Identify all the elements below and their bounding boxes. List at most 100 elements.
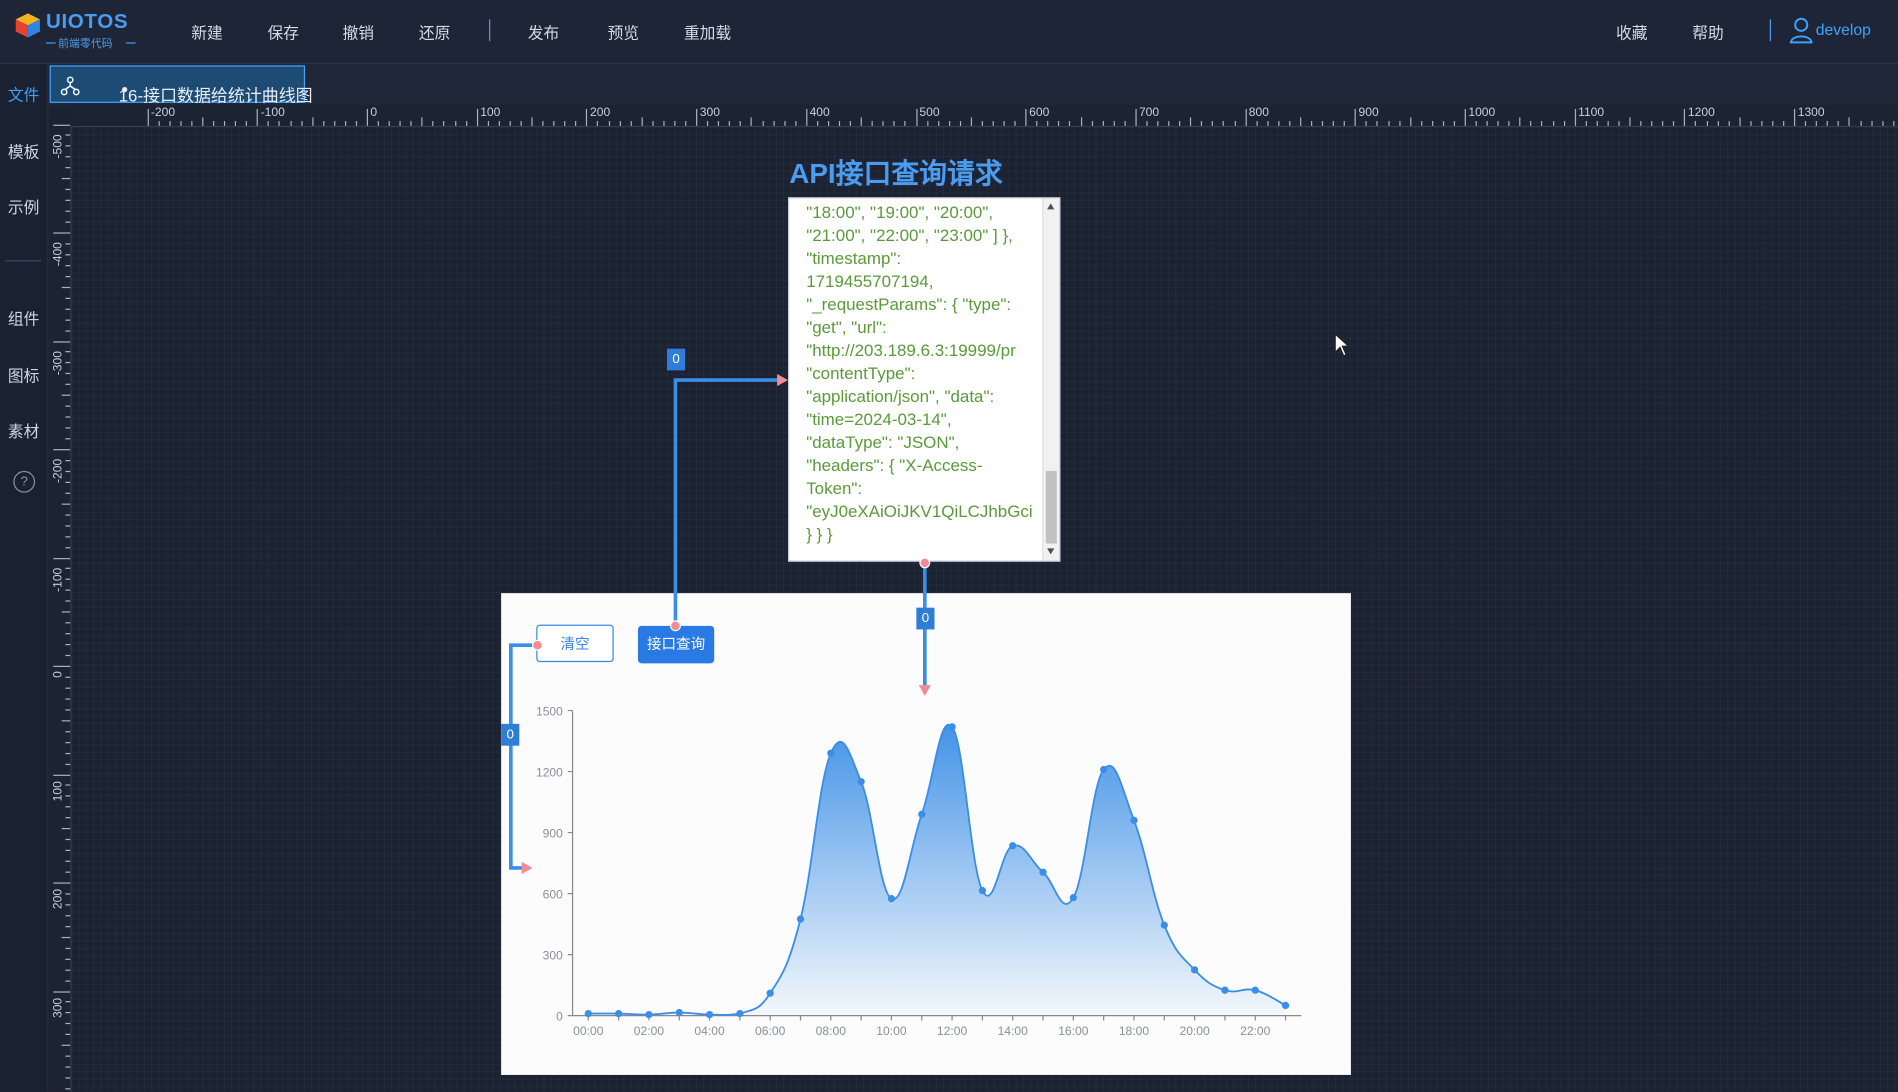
- menu-favorite[interactable]: 收藏: [1616, 21, 1647, 44]
- rail-divider: [4, 260, 42, 262]
- data-point: [1190, 966, 1199, 974]
- ruler-tick: [915, 108, 917, 126]
- logo-subtitle: 前端零代码: [58, 37, 113, 50]
- ruler-minor-tick: [1047, 121, 1049, 126]
- scroll-thumb[interactable]: [1045, 470, 1057, 544]
- ruler-minor-tick: [992, 121, 994, 126]
- ruler-minor-tick: [1146, 121, 1148, 126]
- horizontal-ruler: -200 -100 0 100 200 300 400 500 600 700 800 900 1000…: [70, 105, 1898, 128]
- ruler-minor-tick: [65, 308, 71, 310]
- rail-example[interactable]: 示例: [0, 195, 47, 218]
- menu-preview[interactable]: 预览: [608, 21, 639, 44]
- ruler-minor-tick: [65, 438, 71, 440]
- ruler-label: 700: [1138, 106, 1160, 120]
- left-rail: 文件 模板 示例 组件 图标 素材 ?: [0, 64, 49, 1092]
- ruler-label: 800: [1248, 106, 1269, 120]
- ruler-tick: [476, 108, 478, 126]
- ruler-minor-tick: [65, 947, 71, 949]
- ruler-minor-tick: [729, 121, 731, 126]
- ruler-minor-tick: [1673, 121, 1675, 126]
- ruler-minor-tick: [1486, 121, 1488, 126]
- ruler-minor-tick: [65, 644, 71, 646]
- clear-button[interactable]: 清空: [536, 624, 614, 663]
- ruler-minor-tick: [65, 427, 71, 429]
- vertical-ruler: -500 -400 -300 -200 -100 0 100 200 300: [48, 124, 72, 1092]
- ruler-minor-tick: [959, 121, 961, 126]
- ruler-minor-tick: [904, 121, 906, 126]
- help-icon[interactable]: ?: [13, 470, 36, 493]
- ruler-minor-tick: [1859, 121, 1862, 126]
- menu-reload[interactable]: 重加载: [684, 21, 731, 44]
- ruler-tick: [1354, 108, 1357, 126]
- ruler-minor-tick: [191, 121, 193, 126]
- menu-help[interactable]: 帮助: [1692, 21, 1723, 44]
- ruler-minor-tick: [65, 633, 71, 635]
- ruler-label: 300: [52, 997, 66, 1018]
- ruler-minor-tick: [1058, 121, 1060, 126]
- scroll-down-icon[interactable]: [1047, 548, 1055, 555]
- ruler-minor-tick: [1640, 121, 1642, 126]
- rail-template[interactable]: 模板: [0, 139, 47, 162]
- rail-material[interactable]: 素材: [0, 419, 47, 442]
- ruler-minor-tick: [300, 121, 303, 126]
- logo[interactable]: UIOTOS 前端零代码: [15, 10, 148, 54]
- ruler-label: -500: [52, 133, 66, 158]
- ruler-minor-tick: [65, 275, 71, 277]
- ruler-minor-tick: [1739, 117, 1741, 126]
- ruler-minor-tick: [65, 589, 71, 592]
- ruler-minor-tick: [65, 243, 71, 245]
- rail-component[interactable]: 组件: [0, 306, 47, 329]
- ruler-minor-tick: [1310, 121, 1313, 126]
- menu-redo[interactable]: 还原: [419, 21, 450, 44]
- menu-publish[interactable]: 发布: [528, 21, 559, 44]
- ruler-minor-tick: [1289, 121, 1291, 126]
- ruler-minor-tick: [65, 210, 71, 212]
- ruler-minor-tick: [1003, 121, 1005, 126]
- ruler-minor-tick: [1387, 121, 1390, 126]
- ruler-label: 100: [480, 106, 501, 120]
- flow-icon: [60, 76, 80, 96]
- ruler-minor-tick: [65, 979, 71, 982]
- tab-active-file[interactable]: 16-接口数据给统计曲线图 ●: [49, 65, 313, 105]
- scroll-up-icon[interactable]: [1047, 203, 1055, 210]
- ruler-minor-tick: [65, 654, 71, 657]
- menu-new[interactable]: 新建: [191, 21, 222, 44]
- ruler-minor-tick: [1519, 117, 1521, 126]
- ruler-minor-tick: [1080, 117, 1082, 126]
- ruler-minor-tick: [1091, 121, 1093, 126]
- json-scrollbar[interactable]: [1042, 198, 1060, 561]
- rail-icon[interactable]: 图标: [0, 363, 47, 386]
- ruler-minor-tick: [1321, 121, 1324, 126]
- ruler-minor-tick: [1431, 121, 1433, 126]
- ruler-minor-tick: [520, 121, 522, 126]
- query-button[interactable]: 接口查询: [637, 625, 715, 664]
- rail-file[interactable]: 文件: [0, 82, 47, 105]
- ruler-minor-tick: [1332, 121, 1335, 126]
- ruler-tick: [256, 108, 259, 126]
- menu-undo[interactable]: 撤销: [343, 21, 374, 44]
- y-tick-label: 900: [543, 826, 563, 840]
- ruler-minor-tick: [1563, 121, 1565, 126]
- data-point: [584, 1009, 592, 1018]
- x-tick-label: 00:00: [573, 1024, 604, 1038]
- ruler-minor-tick: [926, 121, 928, 126]
- json-response-textarea[interactable]: "18:00", "19:00", "20:00", "21:00", "22:…: [788, 197, 1061, 562]
- ruler-minor-tick: [388, 121, 390, 126]
- ruler-minor-tick: [61, 719, 71, 722]
- ruler-minor-tick: [1453, 121, 1455, 126]
- ruler-tick: [1464, 108, 1466, 126]
- ruler-minor-tick: [65, 817, 71, 819]
- ruler-minor-tick: [1376, 121, 1379, 126]
- ruler-label: -200: [52, 458, 66, 483]
- mouse-cursor-icon: [1334, 332, 1351, 357]
- ruler-label: 1300: [1797, 106, 1825, 120]
- ruler-minor-tick: [245, 121, 248, 126]
- menu-save[interactable]: 保存: [268, 21, 299, 44]
- tab-unsaved-dot: ●: [121, 83, 129, 97]
- ruler-minor-tick: [641, 117, 643, 126]
- ruler-minor-tick: [65, 546, 71, 548]
- ruler-minor-tick: [158, 121, 160, 126]
- ruler-minor-tick: [65, 1066, 71, 1068]
- data-point: [978, 886, 987, 895]
- ruler-minor-tick: [65, 676, 71, 678]
